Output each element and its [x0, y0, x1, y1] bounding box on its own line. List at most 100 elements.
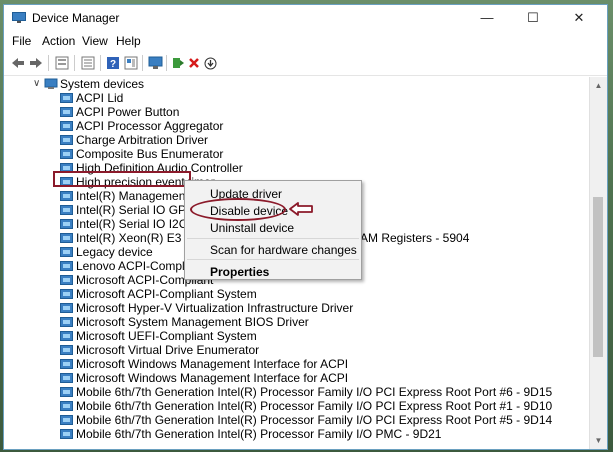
- device-icon: [60, 219, 73, 229]
- device-label: Composite Bus Enumerator: [76, 147, 224, 161]
- annotation-arrow-icon: [289, 202, 313, 216]
- tree-item[interactable]: Mobile 6th/7th Generation Intel(R) Proce…: [4, 427, 590, 441]
- device-label: Microsoft Windows Management Interface f…: [76, 357, 349, 371]
- device-label: Microsoft Windows Management Interface f…: [76, 371, 349, 385]
- view-icon[interactable]: [123, 55, 139, 71]
- device-icon: [60, 149, 73, 159]
- annotation-highlight-box: [53, 171, 191, 187]
- device-icon: [60, 261, 73, 271]
- update-icon[interactable]: [202, 55, 218, 71]
- device-label: Mobile 6th/7th Generation Intel(R) Proce…: [76, 413, 553, 427]
- tree-item[interactable]: Mobile 6th/7th Generation Intel(R) Proce…: [4, 413, 590, 427]
- device-label: Charge Arbitration Driver: [76, 133, 209, 147]
- maximize-button[interactable]: ☐: [510, 5, 556, 31]
- device-icon: [60, 345, 73, 355]
- device-label: ACPI Power Button: [76, 105, 180, 119]
- close-button[interactable]: ✕: [556, 5, 602, 31]
- device-icon: [60, 289, 73, 299]
- tree-item[interactable]: Charge Arbitration Driver: [4, 133, 590, 147]
- title-bar: Device Manager — ☐ ✕: [4, 5, 607, 31]
- tree-item[interactable]: Mobile 6th/7th Generation Intel(R) Proce…: [4, 399, 590, 413]
- device-label: Mobile 6th/7th Generation Intel(R) Proce…: [76, 385, 553, 399]
- device-icon: [60, 247, 73, 257]
- toolbar-separator: [142, 55, 143, 71]
- device-label: Mobile 6th/7th Generation Intel(R) Proce…: [76, 427, 442, 441]
- toolbar: ?: [4, 51, 607, 76]
- context-uninstall-device[interactable]: Uninstall device: [210, 221, 294, 235]
- device-label: Microsoft System Management BIOS Driver: [76, 315, 309, 329]
- device-label: ACPI Processor Aggregator: [76, 119, 224, 133]
- device-icon: [60, 401, 73, 411]
- tree-item[interactable]: ACPI Lid: [4, 91, 590, 105]
- device-manager-window: Device Manager — ☐ ✕ File Action View He…: [3, 4, 608, 450]
- tree-item[interactable]: ACPI Processor Aggregator: [4, 119, 590, 133]
- device-manager-app-icon: [12, 12, 26, 23]
- scroll-up-icon[interactable]: ▲: [590, 77, 607, 94]
- device-icon: [60, 387, 73, 397]
- tree-item[interactable]: Microsoft ACPI-Compliant System: [4, 287, 590, 301]
- device-icon: [60, 415, 73, 425]
- tree-category-system-devices[interactable]: ∨ System devices: [4, 77, 590, 91]
- device-icon: [60, 317, 73, 327]
- tree-item[interactable]: Microsoft Hyper-V Virtualization Infrast…: [4, 301, 590, 315]
- device-label-suffix: AM Registers - 5904: [360, 231, 470, 245]
- uninstall-x-icon[interactable]: [186, 55, 202, 71]
- window-title: Device Manager: [32, 11, 120, 25]
- toolbar-separator: [100, 55, 101, 71]
- device-label: Microsoft UEFI-Compliant System: [76, 329, 257, 343]
- device-label: Microsoft ACPI-Compliant System: [76, 287, 257, 301]
- menu-action[interactable]: Action: [42, 34, 75, 48]
- device-icon: [60, 429, 73, 439]
- device-icon: [60, 205, 73, 215]
- device-icon: [60, 359, 73, 369]
- scroll-thumb[interactable]: [593, 197, 603, 357]
- tree-item[interactable]: ACPI Power Button: [4, 105, 590, 119]
- list-icon[interactable]: [80, 55, 96, 71]
- device-icon: [60, 135, 73, 145]
- device-icon: [60, 191, 73, 201]
- annotation-oval: [190, 198, 286, 221]
- device-icon: [60, 233, 73, 243]
- context-separator: [187, 259, 359, 260]
- device-icon: [60, 303, 73, 313]
- device-label: Mobile 6th/7th Generation Intel(R) Proce…: [76, 399, 553, 413]
- menu-view[interactable]: View: [82, 34, 108, 48]
- toolbar-separator: [74, 55, 75, 71]
- tree-item[interactable]: Microsoft Windows Management Interface f…: [4, 357, 590, 371]
- system-devices-icon: [44, 78, 58, 89]
- tree-item[interactable]: Composite Bus Enumerator: [4, 147, 590, 161]
- context-scan-hardware[interactable]: Scan for hardware changes: [210, 243, 357, 257]
- device-icon: [60, 107, 73, 117]
- device-icon: [60, 373, 73, 383]
- device-label: ACPI Lid: [76, 91, 124, 105]
- monitor-icon[interactable]: [147, 55, 163, 71]
- device-label: Microsoft Virtual Drive Enumerator: [76, 343, 260, 357]
- context-properties[interactable]: Properties: [210, 265, 269, 279]
- tree-item[interactable]: Microsoft Virtual Drive Enumerator: [4, 343, 590, 357]
- device-icon: [60, 121, 73, 131]
- minimize-button[interactable]: —: [464, 5, 510, 31]
- toolbar-separator: [166, 55, 167, 71]
- scroll-down-icon[interactable]: ▼: [590, 432, 607, 449]
- device-icon: [60, 275, 73, 285]
- tree-item[interactable]: Microsoft System Management BIOS Driver: [4, 315, 590, 329]
- menu-help[interactable]: Help: [116, 34, 141, 48]
- context-menu: Update driver Disable device Uninstall d…: [184, 180, 362, 280]
- back-arrow-icon[interactable]: [10, 55, 26, 71]
- tree-item[interactable]: Microsoft Windows Management Interface f…: [4, 371, 590, 385]
- help-icon[interactable]: ?: [105, 55, 121, 71]
- properties-icon[interactable]: [54, 55, 70, 71]
- device-icon: [60, 93, 73, 103]
- add-driver-icon[interactable]: [170, 55, 186, 71]
- device-label: Microsoft Hyper-V Virtualization Infrast…: [76, 301, 354, 315]
- tree-item[interactable]: Microsoft UEFI-Compliant System: [4, 329, 590, 343]
- tree-item[interactable]: Mobile 6th/7th Generation Intel(R) Proce…: [4, 385, 590, 399]
- device-label: Legacy device: [76, 245, 153, 259]
- context-separator: [187, 238, 359, 239]
- category-label: System devices: [60, 77, 145, 91]
- vertical-scrollbar[interactable]: ▲ ▼: [589, 77, 607, 449]
- svg-text:?: ?: [110, 59, 116, 70]
- chevron-down-icon[interactable]: ∨: [33, 77, 40, 91]
- forward-arrow-icon[interactable]: [28, 55, 44, 71]
- menu-file[interactable]: File: [12, 34, 31, 48]
